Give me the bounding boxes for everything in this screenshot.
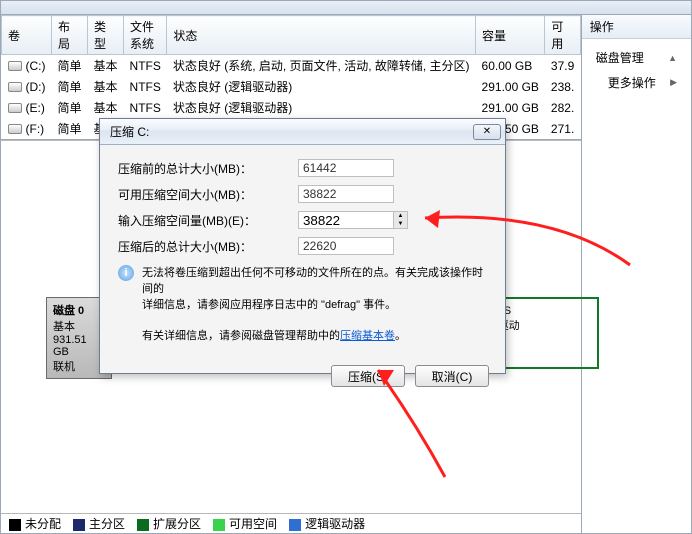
drive-icon xyxy=(8,61,22,71)
col-fs[interactable]: 文件系统 xyxy=(124,16,167,55)
disk-state: 联机 xyxy=(53,358,105,374)
col-volume[interactable]: 卷 xyxy=(2,16,52,55)
dialog-titlebar[interactable]: 压缩 C: ✕ xyxy=(100,119,505,145)
legend-swatch-extended xyxy=(137,519,149,531)
table-row[interactable]: (E:)简单基本NTFS状态良好 (逻辑驱动器)291.00 GB282. xyxy=(2,97,581,118)
value-avail-shrink: 38822 xyxy=(298,185,394,203)
more-info-post: 。 xyxy=(395,330,406,342)
actions-diskmgmt[interactable]: 磁盘管理 ▲ xyxy=(582,45,691,70)
spinner-up-icon[interactable]: ▲ xyxy=(394,212,407,220)
table-row[interactable]: (D:)简单基本NTFS状态良好 (逻辑驱动器)291.00 GB238. xyxy=(2,76,581,97)
label-shrink-amount: 输入压缩空间量(MB)(E)： xyxy=(118,212,298,229)
col-status[interactable]: 状态 xyxy=(167,16,476,55)
drive-icon xyxy=(8,124,22,134)
shrink-dialog: 压缩 C: ✕ 压缩前的总计大小(MB)： 61442 可用压缩空间大小(MB)… xyxy=(99,118,506,374)
actions-more-label: 更多操作 xyxy=(608,74,656,91)
legend-swatch-primary xyxy=(73,519,85,531)
spinner-down-icon[interactable]: ▼ xyxy=(394,220,407,228)
label-avail-shrink: 可用压缩空间大小(MB)： xyxy=(118,186,298,203)
label-total-before: 压缩前的总计大小(MB)： xyxy=(118,160,298,177)
legend-swatch-free xyxy=(213,519,225,531)
col-capacity[interactable]: 容量 xyxy=(476,16,545,55)
shrink-button[interactable]: 压缩(S) xyxy=(331,365,405,387)
shrink-spinner[interactable]: ▲ ▼ xyxy=(394,211,408,229)
actions-pane: 操作 磁盘管理 ▲ 更多操作 ▶ xyxy=(582,15,691,533)
legend-swatch-logical xyxy=(289,519,301,531)
disk-type: 基本 xyxy=(53,318,105,334)
col-avail[interactable]: 可用 xyxy=(545,16,580,55)
actions-header: 操作 xyxy=(582,15,691,39)
actions-diskmgmt-label: 磁盘管理 xyxy=(596,49,644,66)
more-info-pre: 有关详细信息，请参阅磁盘管理帮助中的 xyxy=(142,330,340,342)
chevron-right-icon: ▶ xyxy=(670,77,677,88)
info-icon: i xyxy=(118,265,134,281)
legend-logical: 逻辑驱动器 xyxy=(305,517,365,531)
cancel-button[interactable]: 取消(C) xyxy=(415,365,489,387)
basic-shrink-link[interactable]: 压缩基本卷 xyxy=(340,330,395,342)
window-toolbar-strip xyxy=(1,1,691,15)
input-shrink-amount[interactable] xyxy=(298,211,394,229)
legend-extended: 扩展分区 xyxy=(153,517,201,531)
drive-icon xyxy=(8,82,22,92)
legend-free: 可用空间 xyxy=(229,517,277,531)
value-total-before: 61442 xyxy=(298,159,394,177)
actions-more[interactable]: 更多操作 ▶ xyxy=(582,70,691,95)
info-line1: 无法将卷压缩到超出任何不可移动的文件所在的点。有关完成该操作时间的 xyxy=(142,267,483,295)
label-total-after: 压缩后的总计大小(MB)： xyxy=(118,238,298,255)
value-total-after: 22620 xyxy=(298,237,394,255)
dialog-title: 压缩 C: xyxy=(110,123,149,140)
close-icon[interactable]: ✕ xyxy=(473,124,501,140)
info-line2: 详细信息，请参阅应用程序日志中的 "defrag" 事件。 xyxy=(142,299,396,311)
legend-bar: 未分配 主分区 扩展分区 可用空间 逻辑驱动器 xyxy=(1,513,581,533)
legend-swatch-unalloc xyxy=(9,519,21,531)
disk-size: 931.51 GB xyxy=(53,334,105,358)
table-row[interactable]: (C:)简单基本NTFS状态良好 (系统, 启动, 页面文件, 活动, 故障转储… xyxy=(2,55,581,77)
disk-title: 磁盘 0 xyxy=(53,302,105,318)
info-text: 无法将卷压缩到超出任何不可移动的文件所在的点。有关完成该操作时间的 详细信息，请… xyxy=(142,265,489,313)
col-layout[interactable]: 布局 xyxy=(52,16,88,55)
chevron-up-icon: ▲ xyxy=(668,53,677,63)
legend-primary: 主分区 xyxy=(89,517,125,531)
legend-unalloc: 未分配 xyxy=(25,517,61,531)
col-type[interactable]: 类型 xyxy=(88,16,124,55)
drive-icon xyxy=(8,103,22,113)
